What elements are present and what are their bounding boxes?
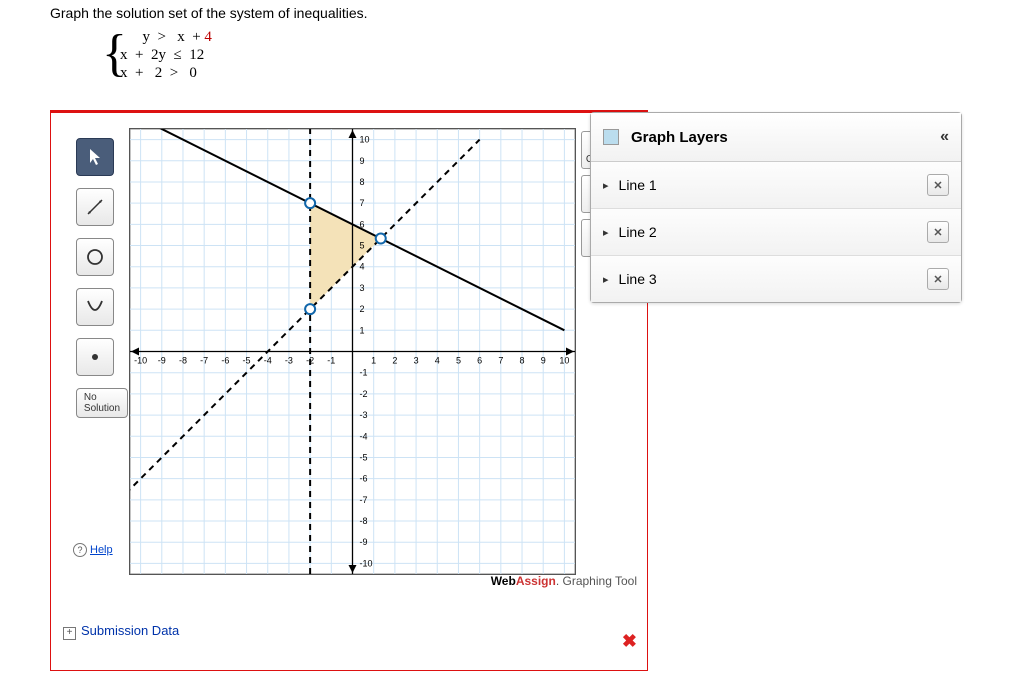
layers-title: Graph Layers <box>631 129 728 146</box>
svg-text:7: 7 <box>360 198 365 208</box>
circle-tool[interactable] <box>76 238 114 276</box>
help-link[interactable]: ?Help <box>73 543 113 557</box>
layer-label: Line 1 <box>619 177 657 193</box>
svg-text:1: 1 <box>360 325 365 335</box>
chevron-right-icon: ▸ <box>603 179 609 192</box>
svg-text:1: 1 <box>371 356 376 366</box>
layers-header[interactable]: Graph Layers « <box>591 113 961 162</box>
layer-delete-button[interactable]: ✕ <box>927 268 949 290</box>
line-tool[interactable] <box>76 188 114 226</box>
brace: { <box>102 28 127 80</box>
svg-text:-4: -4 <box>360 431 368 441</box>
chevron-right-icon: ▸ <box>603 226 609 239</box>
svg-text:-8: -8 <box>360 516 368 526</box>
svg-text:-6: -6 <box>360 474 368 484</box>
svg-text:7: 7 <box>498 356 503 366</box>
svg-text:9: 9 <box>360 156 365 166</box>
dot-icon <box>85 347 105 367</box>
parabola-icon <box>85 297 105 317</box>
svg-text:10: 10 <box>360 135 370 145</box>
layer-row[interactable]: ▸ Line 2 ✕ <box>591 209 961 256</box>
svg-text:-7: -7 <box>200 356 208 366</box>
graph-layers-panel: Graph Layers « ▸ Line 1 ✕ ▸ Line 2 ✕ ▸ L… <box>590 112 962 303</box>
svg-text:10: 10 <box>559 356 569 366</box>
svg-text:2: 2 <box>392 356 397 366</box>
layer-delete-button[interactable]: ✕ <box>927 174 949 196</box>
svg-text:-7: -7 <box>360 495 368 505</box>
svg-text:-6: -6 <box>221 356 229 366</box>
svg-text:3: 3 <box>414 356 419 366</box>
collapse-icon[interactable]: « <box>940 128 949 146</box>
help-icon: ? <box>73 543 87 557</box>
svg-text:8: 8 <box>520 356 525 366</box>
layer-label: Line 2 <box>619 224 657 240</box>
cursor-icon <box>85 147 105 167</box>
svg-text:5: 5 <box>456 356 461 366</box>
svg-text:-5: -5 <box>360 452 368 462</box>
svg-text:-10: -10 <box>134 356 147 366</box>
layer-row[interactable]: ▸ Line 3 ✕ <box>591 256 961 302</box>
svg-text:-10: -10 <box>360 558 373 568</box>
circle-icon <box>85 247 105 267</box>
incorrect-icon: ✖ <box>622 631 637 652</box>
layer-label: Line 3 <box>619 271 657 287</box>
pointer-tool[interactable] <box>76 138 114 176</box>
submission-data-toggle[interactable]: +Submission Data <box>63 623 179 640</box>
graphing-tool-panel: No Solution ?Help ▦Clear All 🗑Delete ✥Fi… <box>50 110 648 671</box>
svg-text:-1: -1 <box>327 356 335 366</box>
svg-text:9: 9 <box>541 356 546 366</box>
svg-text:-1: -1 <box>360 368 368 378</box>
layer-indicator-icon <box>603 129 619 145</box>
svg-text:-3: -3 <box>285 356 293 366</box>
point-tool[interactable] <box>76 338 114 376</box>
svg-text:-4: -4 <box>264 356 272 366</box>
expand-icon: + <box>63 627 76 640</box>
svg-text:2: 2 <box>360 304 365 314</box>
line-icon <box>85 197 105 217</box>
tool-footer: WebAssign. Graphing Tool <box>51 574 637 588</box>
svg-text:5: 5 <box>360 241 365 251</box>
svg-text:-8: -8 <box>179 356 187 366</box>
svg-text:-9: -9 <box>158 356 166 366</box>
layer-delete-button[interactable]: ✕ <box>927 221 949 243</box>
toolbar: No Solution <box>76 138 114 430</box>
svg-text:4: 4 <box>435 356 440 366</box>
svg-text:4: 4 <box>360 262 365 272</box>
prompt-text: Graph the solution set of the system of … <box>50 5 368 21</box>
layer-row[interactable]: ▸ Line 1 ✕ <box>591 162 961 209</box>
chevron-right-icon: ▸ <box>603 273 609 286</box>
svg-text:-2: -2 <box>360 389 368 399</box>
svg-text:-3: -3 <box>360 410 368 420</box>
svg-text:-5: -5 <box>243 356 251 366</box>
graph-svg: -10-9-8-7-6-5-4-3-2-112345678910-10-9-8-… <box>129 128 576 575</box>
svg-text:-9: -9 <box>360 537 368 547</box>
svg-text:8: 8 <box>360 177 365 187</box>
svg-text:6: 6 <box>477 356 482 366</box>
graph-canvas[interactable]: -10-9-8-7-6-5-4-3-2-112345678910-10-9-8-… <box>129 128 629 578</box>
no-solution-button[interactable]: No Solution <box>76 388 128 418</box>
svg-text:3: 3 <box>360 283 365 293</box>
parabola-tool[interactable] <box>76 288 114 326</box>
inequality-system: { y > x + 4 x + 2y ≤ 12 x + 2 > 0 <box>120 28 212 82</box>
